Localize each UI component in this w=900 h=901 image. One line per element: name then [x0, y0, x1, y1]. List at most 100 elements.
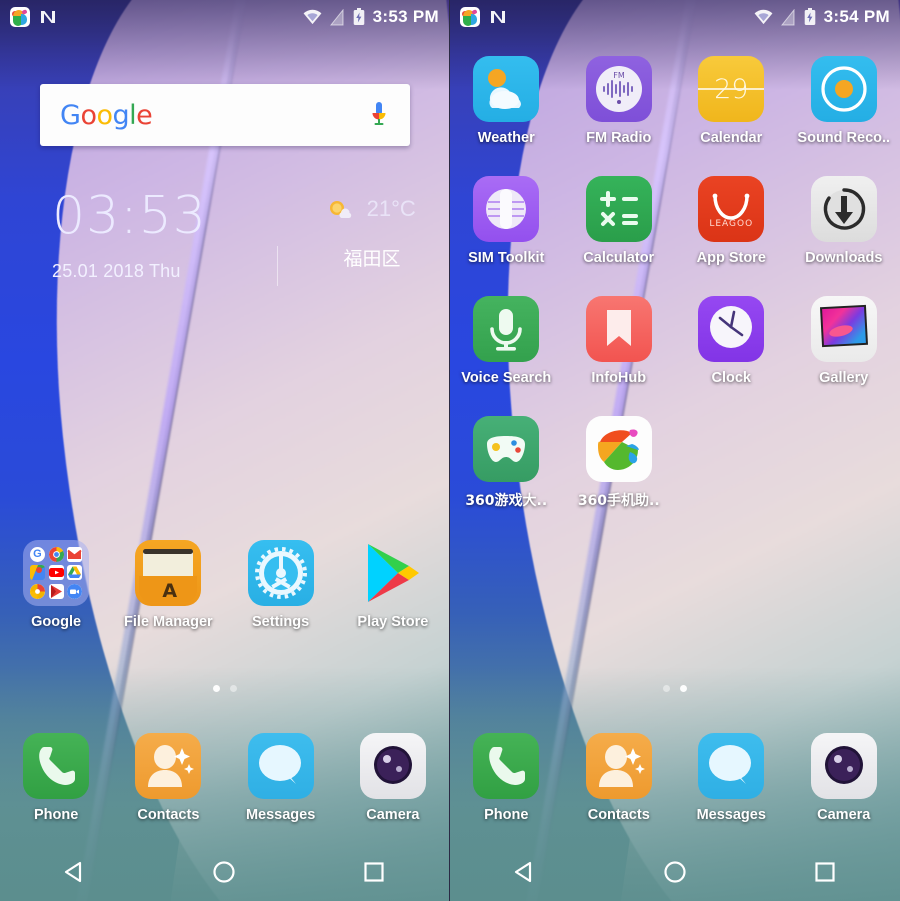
- app-settings[interactable]: Settings: [225, 540, 337, 630]
- clock-weather-widget[interactable]: 03:53 25.01 2018 Thu 21°C 福田区: [52, 190, 416, 286]
- dock-app-messages[interactable]: Messages: [675, 733, 788, 823]
- contacts-icon: [585, 733, 652, 799]
- dock-app-phone[interactable]: Phone: [450, 733, 563, 823]
- app-label: Messages: [696, 807, 766, 823]
- mini-icon-drive: [67, 565, 83, 581]
- mini-icon-duo: [67, 584, 83, 600]
- app-store-brand: LEAGOO: [709, 219, 754, 229]
- app-infohub[interactable]: InfoHub: [563, 296, 676, 386]
- app-row-4: 360游戏大.. 360手机助..: [450, 416, 900, 510]
- page-dot-2[interactable]: [229, 685, 237, 692]
- app-label: App Store: [696, 250, 766, 266]
- dock: Phone Contacts Messages Camera: [450, 733, 900, 823]
- mini-icon-chrome: [48, 546, 64, 562]
- home-icon[interactable]: [204, 852, 244, 892]
- app-label: InfoHub: [591, 370, 647, 386]
- nova-launcher-n-icon: [39, 8, 57, 26]
- calendar-date-number: 29: [714, 73, 749, 105]
- app-label: Clock: [711, 370, 752, 386]
- camera-icon: [359, 733, 426, 799]
- camera-icon: [810, 733, 877, 799]
- mini-icon-gmail: [67, 546, 83, 562]
- app-row-2: SIM Toolkit Calculator LEAGOO App Store …: [450, 176, 900, 266]
- app-label: Play Store: [357, 614, 429, 630]
- back-icon[interactable]: [505, 852, 545, 892]
- status-bar[interactable]: 3:53 PM: [0, 0, 449, 34]
- app-file-manager[interactable]: A File Manager: [112, 540, 224, 630]
- app-clock[interactable]: Clock: [675, 296, 788, 386]
- app-downloads[interactable]: Downloads: [788, 176, 900, 266]
- app-label: Weather: [477, 130, 535, 146]
- app-calculator[interactable]: Calculator: [563, 176, 676, 266]
- app-label: Phone: [33, 807, 79, 823]
- nova-launcher-n-icon: [489, 8, 507, 26]
- home-icon[interactable]: [655, 852, 695, 892]
- app-label: Voice Search: [461, 370, 552, 386]
- app-label: Camera: [366, 807, 420, 823]
- wifi-icon: [754, 9, 773, 25]
- google-search-widget[interactable]: Google: [40, 84, 410, 146]
- weather-section[interactable]: 21°C 福田区: [302, 196, 442, 271]
- app-sound-recorder[interactable]: Sound Reco..: [788, 56, 900, 146]
- status-bar[interactable]: 3:54 PM: [450, 0, 900, 34]
- phone-icon: [23, 733, 90, 799]
- app-weather[interactable]: Weather: [450, 56, 563, 146]
- dock-app-contacts[interactable]: Contacts: [112, 733, 224, 823]
- status-bar-clock: 3:54 PM: [823, 7, 890, 26]
- dock-app-contacts[interactable]: Contacts: [563, 733, 676, 823]
- page-dot-2[interactable]: [680, 685, 687, 692]
- app-label: Messages: [245, 807, 316, 823]
- gallery-icon: [810, 296, 877, 362]
- infohub-icon: [585, 296, 652, 362]
- app-label: SIM Toolkit: [468, 250, 545, 266]
- app-google-folder[interactable]: G Google: [0, 540, 112, 630]
- app-label: Calendar: [700, 130, 763, 146]
- app-label: Sound Reco..: [797, 130, 891, 146]
- page-dot-1[interactable]: [663, 685, 670, 692]
- page-indicator[interactable]: [0, 685, 449, 692]
- page-indicator[interactable]: [450, 685, 900, 692]
- weather-icon: [473, 56, 540, 122]
- page-dot-1[interactable]: [212, 685, 220, 692]
- app-360-assistant[interactable]: 360手机助..: [563, 416, 676, 510]
- app-gallery[interactable]: Gallery: [788, 296, 900, 386]
- dock-app-phone[interactable]: Phone: [0, 733, 112, 823]
- app-voice-search[interactable]: Voice Search: [450, 296, 563, 386]
- app-slot-empty-1: [675, 416, 788, 510]
- battery-charging-icon: [353, 8, 364, 25]
- battery-charging-icon: [804, 8, 815, 25]
- dock-app-messages[interactable]: Messages: [225, 733, 337, 823]
- recents-icon[interactable]: [354, 852, 394, 892]
- fm-radio-icon: FM: [585, 56, 652, 122]
- dock: Phone Contacts Messages Camera: [0, 733, 449, 823]
- svg-text:FM: FM: [613, 71, 625, 80]
- app-fm-radio[interactable]: FM FM Radio: [563, 56, 676, 146]
- back-icon[interactable]: [55, 852, 95, 892]
- app-label: File Manager: [124, 614, 213, 630]
- clock-icon: [698, 296, 765, 362]
- mini-icon-youtube: [48, 565, 64, 581]
- settings-icon: [247, 540, 314, 606]
- app-play-store[interactable]: Play Store: [337, 540, 449, 630]
- city-name: 福田区: [343, 249, 401, 270]
- dock-app-camera[interactable]: Camera: [788, 733, 900, 823]
- app-sim-toolkit[interactable]: SIM Toolkit: [450, 176, 563, 266]
- app-app-store[interactable]: LEAGOO App Store: [675, 176, 788, 266]
- app-360-games[interactable]: 360游戏大..: [450, 416, 563, 510]
- app-label: Camera: [817, 807, 871, 823]
- mini-icon-maps: [29, 565, 45, 581]
- app-label: Google: [31, 614, 82, 630]
- signal-icon: [329, 8, 344, 25]
- sun-cloud-icon: [328, 199, 352, 219]
- wifi-icon: [303, 9, 322, 25]
- microphone-icon[interactable]: [368, 100, 390, 130]
- app-label: Contacts: [137, 807, 200, 823]
- calculator-icon: [585, 176, 652, 242]
- recents-icon[interactable]: [805, 852, 845, 892]
- dock-app-camera[interactable]: Camera: [337, 733, 449, 823]
- app-slot-empty-2: [788, 416, 900, 510]
- play-store-icon: [365, 542, 421, 609]
- 360-app-icon: [10, 7, 30, 27]
- home-screen-page-2: 3:54 PM Weather FM FM Radio 29 Calendar …: [450, 0, 900, 901]
- app-calendar[interactable]: 29 Calendar: [675, 56, 788, 146]
